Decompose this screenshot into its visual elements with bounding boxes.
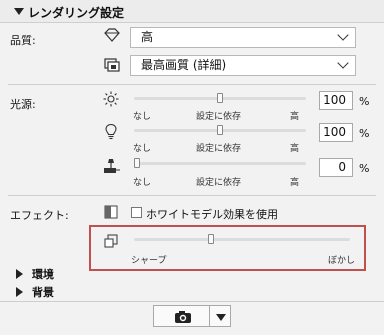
- divider: [0, 301, 384, 302]
- environment-section-title: 環境: [32, 268, 54, 281]
- quality-label: 品質:: [10, 34, 36, 47]
- sun-icon: [103, 91, 119, 107]
- slider-min-label: なし: [133, 178, 152, 188]
- background-section-header[interactable]: 背景: [0, 283, 384, 301]
- slider-thumb[interactable]: [217, 125, 223, 135]
- chevron-down-icon: [337, 57, 349, 69]
- detail-quality-select-value: 最高画質 (詳細): [141, 58, 227, 72]
- sharpness-slider[interactable]: [134, 233, 350, 247]
- bulb-icon: [103, 123, 119, 140]
- slider-thumb[interactable]: [207, 234, 214, 244]
- slider-thumb[interactable]: [134, 158, 140, 168]
- light-slider-2[interactable]: [134, 124, 306, 138]
- environment-section-header[interactable]: 環境: [0, 265, 384, 283]
- light-slider-3[interactable]: [134, 157, 306, 171]
- slider-mid-label: 設定に依存: [196, 178, 242, 188]
- expand-triangle-icon[interactable]: [16, 287, 23, 297]
- slider-max-label: 高: [290, 112, 300, 122]
- render-split-button[interactable]: [153, 305, 231, 327]
- diamond-quality-icon: [103, 28, 121, 42]
- slider-mid-label: 設定に依存: [196, 112, 242, 122]
- slider-min-label: なし: [133, 144, 152, 154]
- light-value-3-input[interactable]: 0: [319, 158, 353, 177]
- light-slider-1[interactable]: [134, 92, 306, 106]
- percent-unit: %: [359, 162, 370, 175]
- light-value-1-input[interactable]: 100: [319, 91, 353, 110]
- section-title: レンダリング設定: [28, 6, 125, 20]
- lamp-icon: [101, 157, 121, 175]
- chevron-down-icon: [337, 29, 349, 41]
- slider-min-label: なし: [133, 112, 152, 122]
- slider-mid-label: 設定に依存: [196, 144, 242, 154]
- blur-icon: [103, 233, 119, 249]
- slider-max-label: 高: [290, 144, 300, 154]
- divider: [8, 84, 376, 85]
- expand-triangle-icon[interactable]: [16, 269, 23, 279]
- collapse-triangle-icon[interactable]: [14, 8, 24, 15]
- quality-select[interactable]: 高: [130, 27, 356, 48]
- image-quality-icon: [103, 56, 121, 72]
- detail-quality-select[interactable]: 最高画質 (詳細): [130, 55, 356, 76]
- light-label: 光源:: [10, 98, 36, 111]
- percent-unit: %: [359, 127, 370, 140]
- white-model-icon: [104, 205, 118, 219]
- slider-max-label: 高: [290, 178, 300, 188]
- percent-unit: %: [359, 95, 370, 108]
- camera-icon[interactable]: [174, 310, 192, 324]
- background-section-title: 背景: [32, 286, 54, 299]
- divider: [8, 195, 376, 196]
- rendering-settings-header[interactable]: レンダリング設定: [0, 0, 384, 23]
- light-value-2-input[interactable]: 100: [319, 123, 353, 142]
- button-separator: [209, 306, 210, 326]
- white-model-checkbox[interactable]: [131, 207, 142, 218]
- dropdown-arrow-icon[interactable]: [216, 314, 226, 321]
- slider-thumb[interactable]: [217, 93, 223, 103]
- quality-select-value: 高: [141, 30, 154, 44]
- effect-label: エフェクト:: [10, 209, 69, 222]
- white-model-checkbox-label: ホワイトモデル効果を使用: [146, 208, 278, 221]
